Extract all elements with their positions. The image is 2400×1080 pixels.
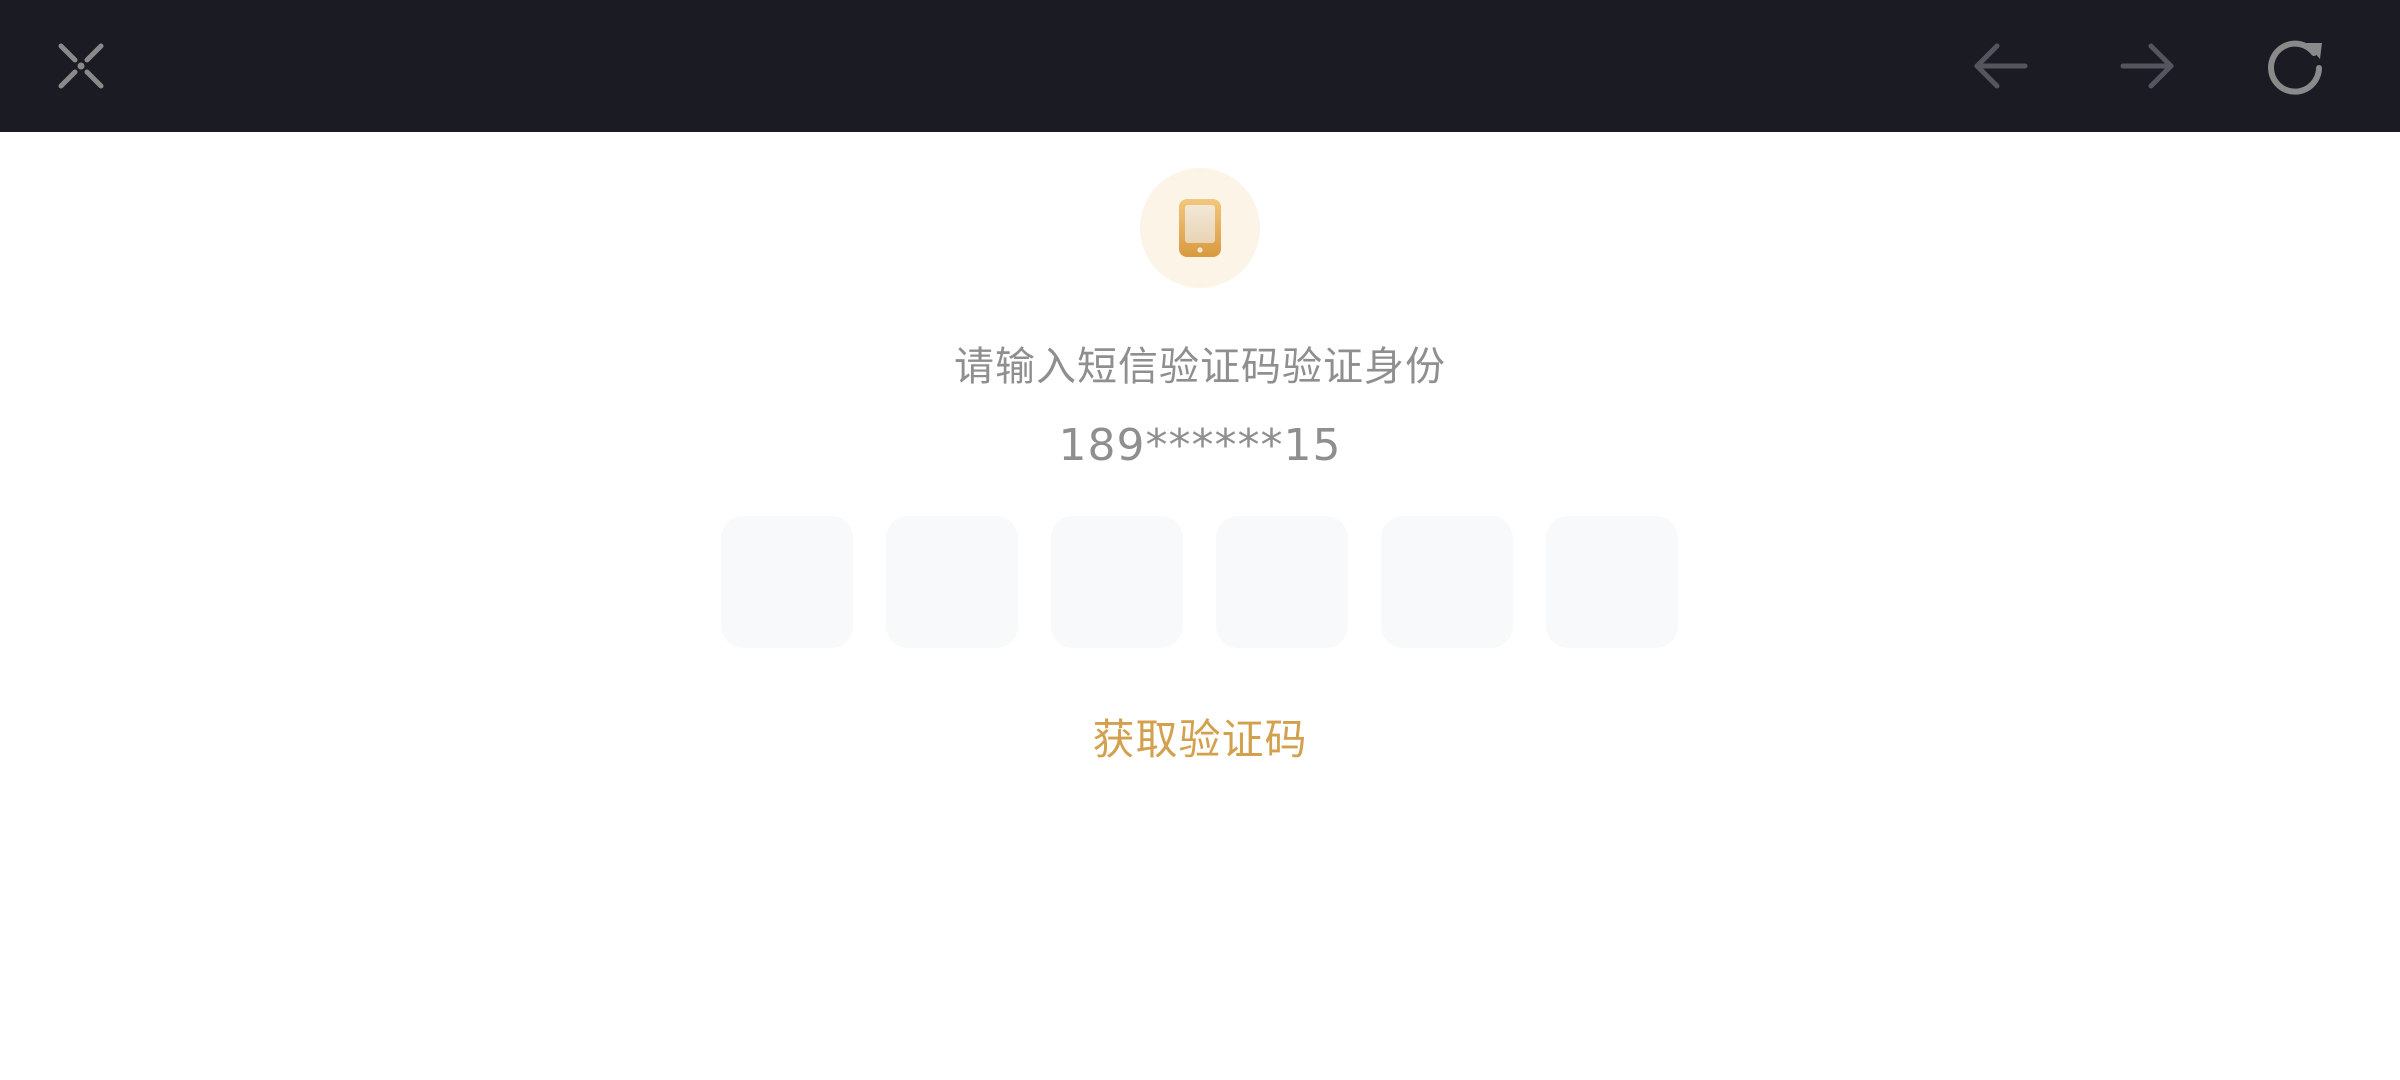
refresh-icon [2268,40,2322,95]
code-digit-3[interactable] [1051,516,1183,648]
arrow-right-icon [2120,43,2174,89]
code-digit-4[interactable] [1216,516,1348,648]
code-digit-2[interactable] [886,516,1018,648]
refresh-button[interactable] [2255,26,2335,106]
masked-phone-number: 189******15 [1058,420,1342,471]
close-button[interactable] [41,26,121,106]
back-button[interactable] [1961,26,2041,106]
verification-panel: 请输入短信验证码验证身份 189******15 获取验证码 [0,132,2400,1080]
phone-badge [1140,168,1260,288]
code-digit-6[interactable] [1546,516,1678,648]
code-digit-5[interactable] [1381,516,1513,648]
arrow-left-icon [1974,43,2028,89]
forward-button[interactable] [2107,26,2187,106]
top-toolbar [0,0,2400,132]
phone-icon [1179,199,1221,257]
verification-prompt: 请输入短信验证码验证身份 [954,344,1446,390]
code-digit-1[interactable] [721,516,853,648]
close-icon [58,43,104,89]
code-input-row [721,516,1679,648]
get-code-button[interactable]: 获取验证码 [0,706,2400,767]
